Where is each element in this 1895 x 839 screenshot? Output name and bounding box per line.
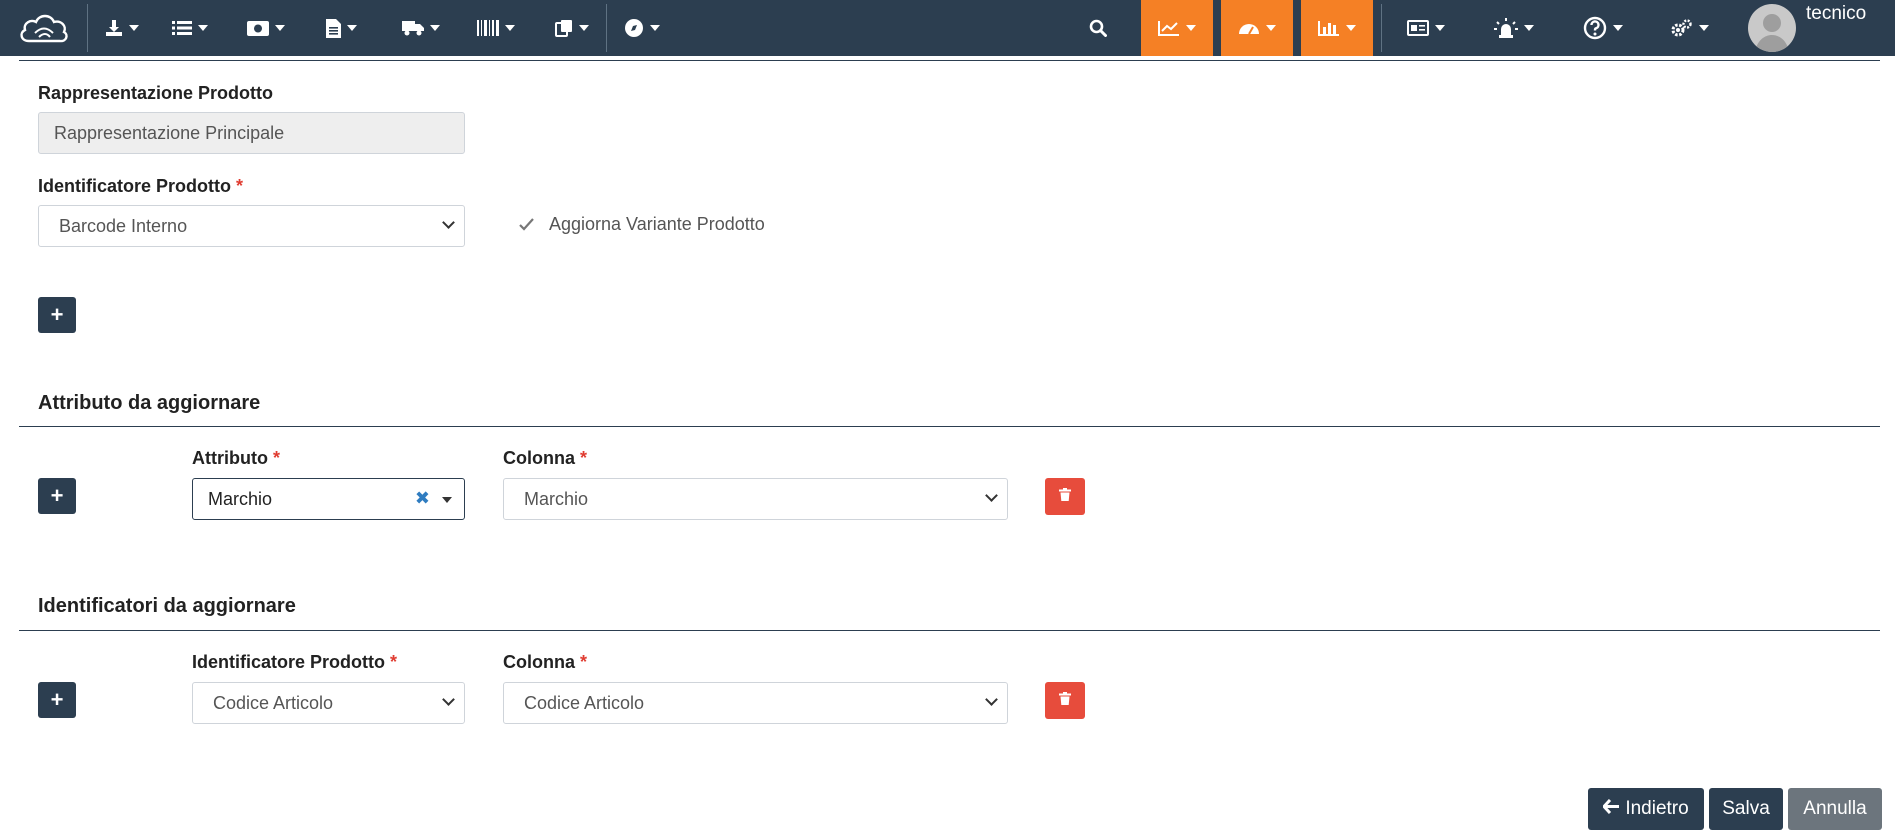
menu-barcodes[interactable] bbox=[470, 0, 522, 56]
menu-list[interactable] bbox=[164, 0, 216, 56]
chevron-down-icon bbox=[1435, 25, 1445, 31]
identifiers-section-divider bbox=[19, 630, 1880, 631]
menu-contacts[interactable] bbox=[1400, 0, 1452, 56]
identifier-select[interactable]: Barcode Interno bbox=[38, 205, 465, 247]
chevron-down-icon bbox=[1346, 25, 1356, 31]
menu-analytics[interactable] bbox=[1141, 0, 1213, 56]
attributes-section-title: Attributo da aggiornare bbox=[38, 392, 261, 414]
trash-icon bbox=[1059, 487, 1071, 506]
chevron-down-icon bbox=[985, 489, 998, 502]
chevron-down-icon bbox=[275, 25, 285, 31]
compass-icon bbox=[624, 18, 644, 38]
chevron-down-icon bbox=[579, 25, 589, 31]
menu-reports[interactable] bbox=[1301, 0, 1373, 56]
username[interactable]: tecnico bbox=[1806, 3, 1866, 25]
attributes-section-divider bbox=[19, 426, 1880, 427]
attribute-column-select[interactable]: Marchio bbox=[503, 478, 1008, 520]
avatar[interactable] bbox=[1748, 4, 1796, 52]
menu-clipboard[interactable] bbox=[546, 0, 598, 56]
chevron-down-icon bbox=[1613, 25, 1623, 31]
back-button[interactable]: Indietro bbox=[1588, 788, 1704, 830]
clipboard-icon bbox=[555, 19, 573, 37]
menu-import[interactable] bbox=[96, 0, 148, 56]
attribute-column-label: Colonna * bbox=[503, 448, 588, 468]
id-card-icon bbox=[1407, 20, 1429, 36]
attribute-select[interactable]: Marchio ✖ bbox=[192, 478, 465, 520]
save-button[interactable]: Salva bbox=[1709, 788, 1783, 830]
menu-help[interactable] bbox=[1578, 0, 1628, 56]
menu-finance[interactable] bbox=[240, 0, 292, 56]
menu-documents[interactable] bbox=[316, 0, 366, 56]
top-navbar: tecnico bbox=[0, 0, 1895, 56]
bar-chart-icon bbox=[1318, 20, 1340, 36]
update-variant-label: Aggiorna Variante Prodotto bbox=[549, 214, 765, 234]
navbar-divider bbox=[87, 4, 88, 52]
check-icon[interactable] bbox=[518, 216, 535, 233]
chevron-down-icon bbox=[505, 25, 515, 31]
identifier-column-label: Colonna * bbox=[503, 652, 588, 672]
clear-icon[interactable]: ✖ bbox=[415, 488, 430, 509]
chevron-down-icon bbox=[650, 25, 660, 31]
identifier-row-label: Identificatore Prodotto * bbox=[192, 652, 398, 672]
chevron-down-icon bbox=[442, 693, 455, 706]
identifiers-section-title: Identificatori da aggiornare bbox=[38, 595, 296, 617]
menu-shipping[interactable] bbox=[395, 0, 447, 56]
cloud-logo-icon[interactable] bbox=[0, 0, 86, 56]
download-icon bbox=[105, 19, 123, 37]
delete-attribute-button[interactable] bbox=[1045, 478, 1085, 515]
chevron-down-icon bbox=[430, 25, 440, 31]
chevron-down-icon bbox=[1524, 25, 1534, 31]
chevron-down-icon bbox=[198, 25, 208, 31]
chevron-down-icon bbox=[442, 497, 452, 503]
chevron-down-icon bbox=[129, 25, 139, 31]
search-icon bbox=[1089, 19, 1107, 37]
line-chart-icon bbox=[1158, 20, 1180, 36]
identifier-column-select[interactable]: Codice Articolo bbox=[503, 682, 1008, 724]
arrow-left-icon bbox=[1602, 798, 1620, 820]
menu-alerts[interactable] bbox=[1488, 0, 1540, 56]
representation-label: Rappresentazione Prodotto bbox=[38, 83, 274, 103]
identifier-label: Identificatore Prodotto * bbox=[38, 176, 244, 196]
chevron-down-icon bbox=[985, 693, 998, 706]
identifier-row-select[interactable]: Codice Articolo bbox=[192, 682, 465, 724]
add-attribute-button[interactable]: + bbox=[38, 478, 76, 514]
barcode-icon bbox=[477, 20, 499, 36]
menu-explore[interactable] bbox=[620, 0, 664, 56]
trash-icon bbox=[1059, 691, 1071, 710]
menu-dashboard[interactable] bbox=[1221, 0, 1293, 56]
chevron-down-icon bbox=[442, 216, 455, 229]
truck-icon bbox=[402, 20, 424, 36]
document-icon bbox=[325, 18, 341, 38]
navbar-divider bbox=[606, 4, 607, 52]
chevron-down-icon bbox=[1186, 25, 1196, 31]
update-variant-checkbox[interactable]: Aggiorna Variante Prodotto bbox=[518, 214, 765, 235]
settings-icon bbox=[1671, 19, 1693, 37]
menu-settings[interactable] bbox=[1662, 0, 1718, 56]
navbar-divider bbox=[1381, 4, 1382, 52]
help-icon bbox=[1583, 16, 1607, 40]
dashboard-icon bbox=[1238, 20, 1260, 36]
chevron-down-icon bbox=[1266, 25, 1276, 31]
money-icon bbox=[247, 20, 269, 36]
cancel-button[interactable]: Annulla bbox=[1788, 788, 1882, 830]
delete-identifier-button[interactable] bbox=[1045, 682, 1085, 719]
add-identifier-button[interactable]: + bbox=[38, 682, 76, 718]
add-button[interactable]: + bbox=[38, 297, 76, 333]
search-button[interactable] bbox=[1080, 0, 1116, 56]
representation-field: Rappresentazione Principale bbox=[38, 112, 465, 154]
header-divider bbox=[19, 60, 1880, 61]
chevron-down-icon bbox=[1699, 25, 1709, 31]
alarm-icon bbox=[1494, 18, 1518, 38]
chevron-down-icon bbox=[346, 25, 357, 31]
attribute-label: Attributo * bbox=[192, 448, 281, 468]
list-icon bbox=[172, 20, 192, 36]
